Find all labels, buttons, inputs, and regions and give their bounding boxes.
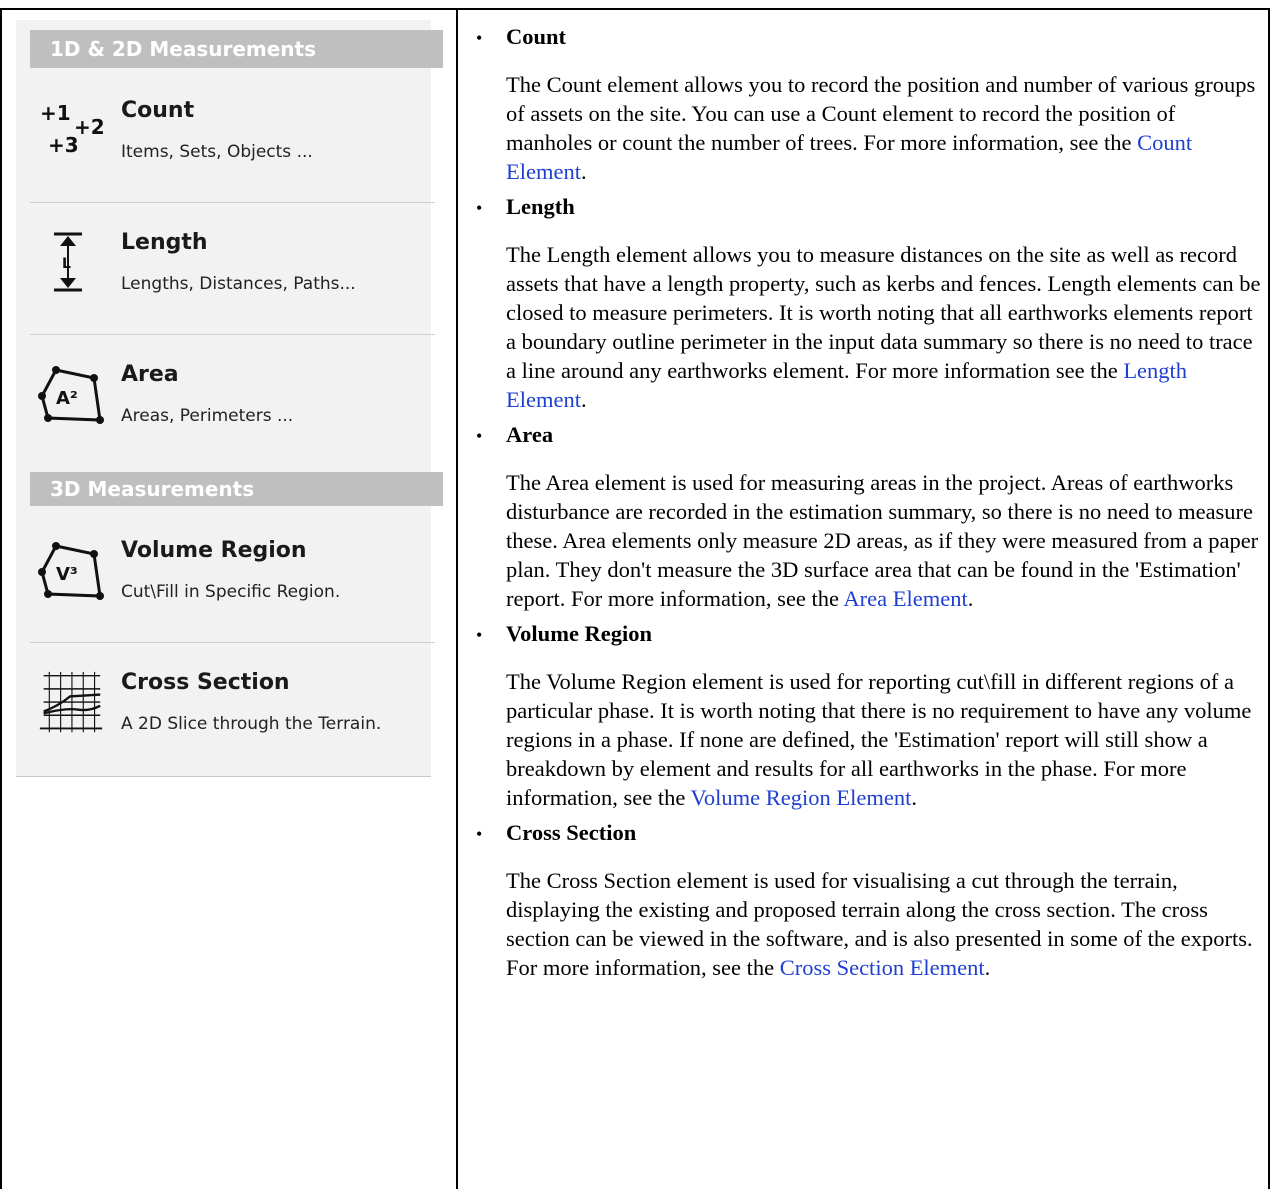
entry-term: Volume Region	[506, 621, 653, 646]
table-border-left	[0, 8, 2, 1189]
entry-paragraph: The Length element allows you to measure…	[476, 240, 1261, 414]
bullet-icon: •	[476, 426, 483, 446]
entry-end: .	[967, 586, 974, 611]
menu-item-count[interactable]: +1 +2 +3 Count Items, Sets, Objects ...	[16, 90, 431, 190]
entry-term: Area	[506, 422, 554, 447]
entry-paragraph: The Cross Section element is used for vi…	[476, 866, 1261, 982]
cross-section-icon	[39, 671, 103, 733]
bullet-icon: •	[476, 198, 483, 218]
entry-heading: • Length	[476, 192, 1261, 228]
menu-separator	[30, 642, 435, 643]
volume-icon-label: V³	[56, 564, 78, 585]
area-icon: A²	[38, 366, 104, 424]
menu-item-volume-region[interactable]: V³ Volume Region Cut\Fill in Specific Re…	[16, 530, 431, 630]
menu-item-title: Count	[121, 98, 195, 123]
entry-end: .	[580, 387, 587, 412]
entry-end: .	[984, 955, 991, 980]
table-frame: 1D & 2D Measurements +1 +2 +3 Count Item…	[0, 0, 1270, 1189]
menu-item-desc: Lengths, Distances, Paths...	[121, 274, 356, 294]
menu-item-title: Area	[121, 362, 179, 387]
section-header-3d: 3D Measurements	[30, 472, 443, 506]
entry-term: Length	[506, 194, 575, 219]
count-icon-text-3: +3	[48, 133, 79, 157]
entry-end: .	[580, 159, 587, 184]
menu-separator	[30, 334, 435, 335]
entry-term: Count	[506, 24, 567, 49]
area-icon-label: A²	[56, 388, 78, 409]
menu-item-title: Cross Section	[121, 670, 290, 695]
menu-item-desc: Items, Sets, Objects ...	[121, 142, 313, 162]
entry-volume-region: • Volume Region The Volume Region elemen…	[476, 619, 1261, 812]
entry-length: • Length The Length element allows you t…	[476, 192, 1261, 414]
table-border-middle	[456, 8, 458, 1189]
section-header-2d: 1D & 2D Measurements	[30, 30, 443, 68]
entry-count: • Count The Count element allows you to …	[476, 22, 1261, 186]
menu-item-length[interactable]: L Length Lengths, Distances, Paths...	[16, 222, 431, 322]
entry-heading: • Area	[476, 420, 1261, 456]
bullet-icon: •	[476, 28, 483, 48]
element-descriptions: • Count The Count element allows you to …	[476, 22, 1261, 982]
bullet-icon: •	[476, 625, 483, 645]
entry-heading: • Volume Region	[476, 619, 1261, 655]
menu-item-desc: Cut\Fill in Specific Region.	[121, 582, 341, 602]
menu-item-area[interactable]: A² Area Areas, Perimeters ...	[16, 354, 431, 454]
length-icon-letter: L	[62, 256, 71, 272]
menu-item-title: Volume Region	[121, 538, 307, 563]
length-icon: L	[54, 232, 82, 292]
volume-region-element-link[interactable]: Volume Region Element	[691, 785, 912, 810]
menu-item-desc: A 2D Slice through the Terrain.	[121, 714, 382, 734]
menu-item-desc: Areas, Perimeters ...	[121, 406, 294, 426]
menu-item-cross-section[interactable]: Cross Section A 2D Slice through the Ter…	[16, 662, 431, 762]
cross-section-element-link[interactable]: Cross Section Element	[780, 955, 985, 980]
entry-area: • Area The Area element is used for meas…	[476, 420, 1261, 613]
entry-term: Cross Section	[506, 820, 637, 845]
menu-bottom-line	[16, 776, 431, 777]
entry-paragraph: The Area element is used for measuring a…	[476, 468, 1261, 613]
entry-heading: • Cross Section	[476, 818, 1261, 854]
menu-separator	[30, 202, 435, 203]
menu-item-title: Length	[121, 230, 208, 255]
area-element-link[interactable]: Area Element	[843, 586, 967, 611]
entry-paragraph: The Count element allows you to record t…	[476, 70, 1261, 186]
entry-end: .	[911, 785, 917, 810]
entry-paragraph: The Volume Region element is used for re…	[476, 667, 1261, 812]
volume-icon: V³	[38, 542, 104, 600]
table-border-top	[0, 8, 1270, 10]
measurement-menu: 1D & 2D Measurements +1 +2 +3 Count Item…	[16, 20, 443, 777]
entry-heading: • Count	[476, 22, 1261, 58]
bullet-icon: •	[476, 824, 483, 844]
count-icon-text-1: +1	[40, 101, 71, 125]
count-icon: +1 +2 +3	[40, 101, 105, 157]
entry-cross-section: • Cross Section The Cross Section elemen…	[476, 818, 1261, 982]
